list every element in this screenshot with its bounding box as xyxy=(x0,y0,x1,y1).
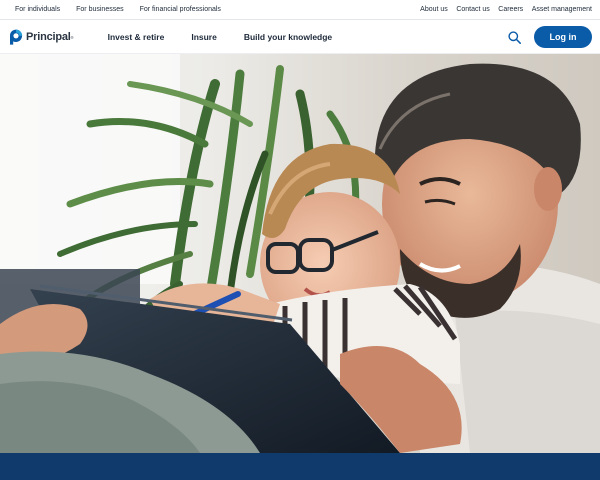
hero-image xyxy=(0,54,600,453)
link-for-financial-professionals[interactable]: For financial professionals xyxy=(140,6,221,13)
main-navigation: Principal ® Invest & retire Insure Build… xyxy=(0,21,600,54)
nav-insure[interactable]: Insure xyxy=(191,32,217,42)
search-button[interactable] xyxy=(506,29,522,45)
father-son-tablet-illustration xyxy=(0,54,600,453)
principal-logo-mark-icon xyxy=(9,29,23,45)
primary-nav: Invest & retire Insure Build your knowle… xyxy=(108,32,360,42)
logo-wordmark: Principal xyxy=(26,31,71,43)
nav-build-your-knowledge[interactable]: Build your knowledge xyxy=(244,32,332,42)
utility-bar: For individuals For businesses For finan… xyxy=(0,0,600,20)
link-careers[interactable]: Careers xyxy=(498,6,523,13)
link-about-us[interactable]: About us xyxy=(420,6,448,13)
principal-logo[interactable]: Principal ® xyxy=(9,29,74,45)
corporate-links: About us Contact us Careers Asset manage… xyxy=(412,6,592,13)
link-contact-us[interactable]: Contact us xyxy=(456,6,489,13)
search-icon xyxy=(507,30,521,44)
audience-links: For individuals For businesses For finan… xyxy=(15,6,237,13)
logo-trademark: ® xyxy=(70,34,74,40)
nav-actions: Log in xyxy=(506,26,592,48)
link-asset-management[interactable]: Asset management xyxy=(532,6,592,13)
link-for-businesses[interactable]: For businesses xyxy=(76,6,123,13)
login-button[interactable]: Log in xyxy=(534,26,592,48)
nav-invest-retire[interactable]: Invest & retire xyxy=(108,32,165,42)
link-for-individuals[interactable]: For individuals xyxy=(15,6,60,13)
section-band xyxy=(0,453,600,480)
